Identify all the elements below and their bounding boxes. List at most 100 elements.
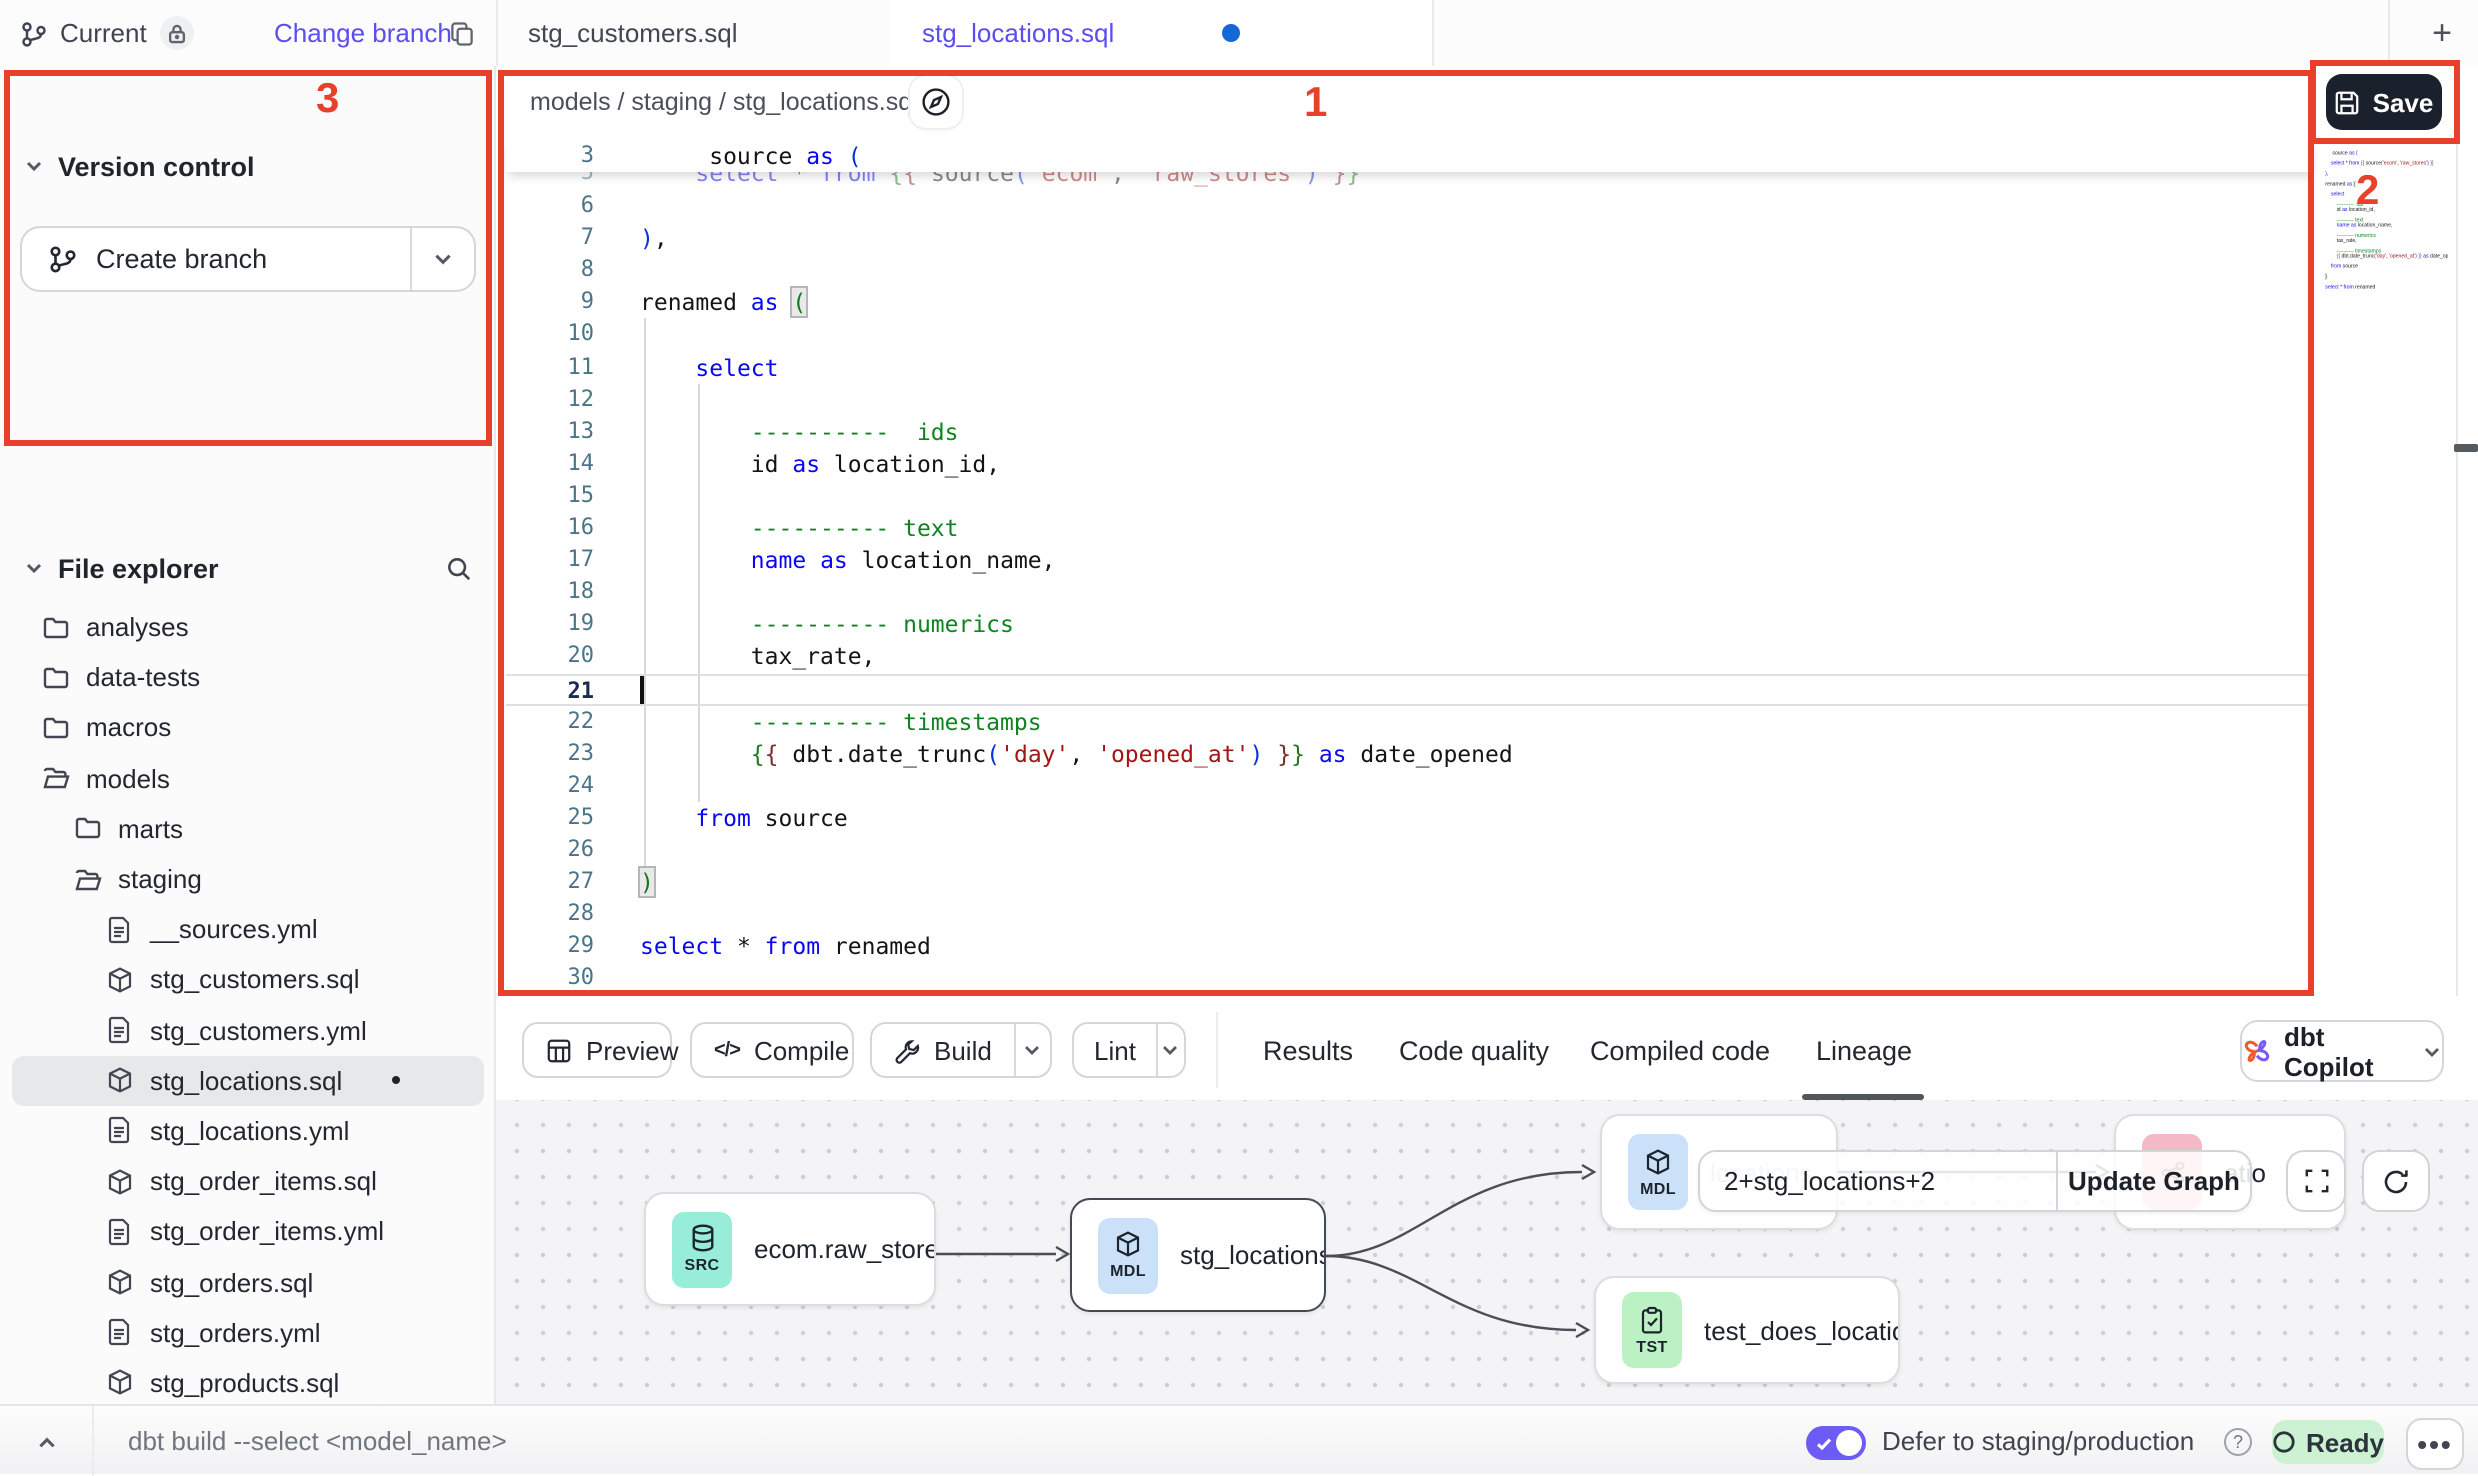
panel-resize-handle[interactable] xyxy=(2454,444,2478,452)
code-line-20[interactable]: 20 tax_rate, xyxy=(506,641,2314,673)
file-tree-item-stg_order_items.sql[interactable]: stg_order_items.sql xyxy=(0,1156,496,1206)
code-line-8[interactable]: 8 xyxy=(506,255,2314,287)
file-tree-item-__sources.yml[interactable]: __sources.yml xyxy=(0,904,496,954)
panel-tab-Results[interactable]: Results xyxy=(1263,1022,1353,1078)
code-line-16[interactable]: 16 ---------- text xyxy=(506,512,2314,544)
file-name: staging xyxy=(118,864,202,894)
database-badge-icon: SRC xyxy=(672,1211,732,1287)
lineage-node-label: test_does_location_opened_at_trunc_t… xyxy=(1704,1315,1898,1345)
build-button[interactable]: Build xyxy=(870,1022,1052,1078)
code-line-21[interactable]: 21 xyxy=(506,673,2314,705)
code-line-13[interactable]: 13 ---------- ids xyxy=(506,416,2314,448)
refresh-button[interactable] xyxy=(2362,1150,2430,1212)
sticky-code-line-3[interactable]: 3 source as ( xyxy=(506,140,2314,172)
file-tree-item-stg_order_items.yml[interactable]: stg_order_items.yml xyxy=(0,1207,496,1257)
folder-open-icon xyxy=(72,865,102,893)
file-name: data-tests xyxy=(86,663,200,693)
model-icon xyxy=(104,1067,134,1095)
file-tree-item-stg_orders.sql[interactable]: stg_orders.sql xyxy=(0,1257,496,1307)
model-icon xyxy=(104,966,134,994)
file-tree-item-staging[interactable]: staging xyxy=(0,854,496,904)
code-line-29[interactable]: 29select * from renamed xyxy=(506,931,2314,963)
code-line-14[interactable]: 14 id as location_id, xyxy=(506,448,2314,480)
more-options-button[interactable]: ••• xyxy=(2406,1418,2464,1470)
search-icon[interactable] xyxy=(446,555,472,581)
model-icon xyxy=(104,1369,134,1397)
lint-button[interactable]: Lint xyxy=(1072,1022,1186,1078)
code-line-26[interactable]: 26 xyxy=(506,834,2314,866)
git-branch-icon xyxy=(20,19,48,47)
compass-icon[interactable] xyxy=(910,76,962,128)
divider xyxy=(1216,1012,1218,1088)
lineage-node-test_does_location_opened_at_trunc_t…[interactable]: TST test_does_location_opened_at_trunc_t… xyxy=(1594,1276,1900,1384)
file-tree-item-data-tests[interactable]: data-tests xyxy=(0,652,496,702)
compile-button[interactable]: </>Compile xyxy=(690,1022,854,1078)
version-control-header[interactable]: Version control xyxy=(24,150,255,182)
file-tree-item-stg_products.sql[interactable]: stg_products.sql xyxy=(0,1358,496,1408)
code-line-24[interactable]: 24 xyxy=(506,770,2314,802)
code-line-12[interactable]: 12 xyxy=(506,383,2314,415)
code-line-30[interactable]: 30 xyxy=(506,963,2314,995)
fullscreen-button[interactable] xyxy=(2286,1150,2346,1212)
file-name: analyses xyxy=(86,612,189,642)
file-tree-item-stg_customers.yml[interactable]: stg_customers.yml xyxy=(0,1005,496,1055)
change-branch-link[interactable]: Change branch xyxy=(274,0,452,66)
code-line-27[interactable]: 27) xyxy=(506,866,2314,898)
chevron-up-icon[interactable] xyxy=(20,1424,72,1460)
create-branch-dropdown[interactable] xyxy=(410,228,474,290)
lineage-graph[interactable]: SRCecom.raw_storesMDLstg_locationsMDLloc… xyxy=(496,1100,2478,1404)
code-line-30: 30 xyxy=(2324,289,2446,294)
help-icon[interactable]: ? xyxy=(2224,1428,2252,1456)
lineage-selector-input[interactable]: 2+stg_locations+2 xyxy=(1700,1152,2056,1210)
create-branch-button[interactable]: Create branch xyxy=(20,226,476,292)
minimap[interactable]: 1with23 source as (45 select * from {{ s… xyxy=(2324,140,2448,340)
new-tab-button[interactable]: + xyxy=(2406,0,2478,66)
file-tree-item-stg_customers.sql[interactable]: stg_customers.sql xyxy=(0,955,496,1005)
code-line-11[interactable]: 11 select xyxy=(506,351,2314,383)
lineage-node-label: stg_locations xyxy=(1180,1240,1324,1270)
dbt-cloud-ide: Current Change branch stg_customers.sqls… xyxy=(0,0,2478,1474)
code-line-6[interactable]: 6 xyxy=(506,190,2314,222)
command-input[interactable]: dbt build --select <model_name> xyxy=(128,1406,507,1476)
file-tree-item-analyses[interactable]: analyses xyxy=(0,602,496,652)
cube-badge-icon: MDL xyxy=(1098,1217,1158,1293)
code-line-9[interactable]: 9renamed as ( xyxy=(506,287,2314,319)
defer-toggle[interactable] xyxy=(1806,1426,1866,1460)
file-icon xyxy=(104,915,134,943)
copy-branch-icon[interactable] xyxy=(444,16,480,52)
code-line-22[interactable]: 22 ---------- timestamps xyxy=(506,705,2314,737)
file-tree-item-marts[interactable]: marts xyxy=(0,804,496,854)
file-explorer-header[interactable]: File explorer xyxy=(24,552,472,584)
file-tree-item-models[interactable]: models xyxy=(0,753,496,803)
code-line-28[interactable]: 28 xyxy=(506,898,2314,930)
file-tree-item-stg_orders.yml[interactable]: stg_orders.yml xyxy=(0,1307,496,1357)
lint-dropdown[interactable] xyxy=(1156,1024,1184,1076)
clipboard-badge-icon: TST xyxy=(1622,1292,1682,1368)
editor-tab-stg_customers.sql[interactable]: stg_customers.sql xyxy=(496,0,890,66)
code-area[interactable]: 3 source as (5 select * from {{ source('… xyxy=(506,140,2314,996)
update-graph-button[interactable]: Update Graph xyxy=(2056,1152,2250,1210)
file-tree-item-macros[interactable]: macros xyxy=(0,703,496,753)
panel-tab-Compiled code[interactable]: Compiled code xyxy=(1590,1022,1770,1078)
file-tree-item-stg_locations.sql[interactable]: stg_locations.sql xyxy=(12,1055,484,1105)
build-dropdown[interactable] xyxy=(1014,1024,1050,1076)
code-line-7[interactable]: 7), xyxy=(506,222,2314,254)
file-tree-item-stg_locations.yml[interactable]: stg_locations.yml xyxy=(0,1106,496,1156)
code-line-25[interactable]: 25 from source xyxy=(506,802,2314,834)
code-line-23[interactable]: 23 {{ dbt.date_trunc('day', 'opened_at')… xyxy=(506,737,2314,769)
code-line-10[interactable]: 10 xyxy=(506,319,2314,351)
editor-tab-stg_locations.sql[interactable]: stg_locations.sql xyxy=(890,0,1432,66)
lineage-node-stg_locations[interactable]: MDL stg_locations xyxy=(1070,1198,1326,1312)
lineage-node-ecom.raw_stores[interactable]: SRCecom.raw_stores xyxy=(644,1192,936,1306)
code-line-18[interactable]: 18 xyxy=(506,576,2314,608)
code-line-19[interactable]: 19 ---------- numerics xyxy=(506,609,2314,641)
panel-tab-Code quality[interactable]: Code quality xyxy=(1399,1022,1549,1078)
panel-tab-Lineage[interactable]: Lineage xyxy=(1816,1022,1912,1078)
code-line-17[interactable]: 17 name as location_name, xyxy=(506,544,2314,576)
code-line-5[interactable]: 5 select * from {{ source('ecom', 'raw_s… xyxy=(506,172,2314,189)
code-line-15[interactable]: 15 xyxy=(506,480,2314,512)
status-ready-badge[interactable]: Ready xyxy=(2272,1420,2384,1464)
dbt-copilot-button[interactable]: dbt Copilot xyxy=(2240,1020,2444,1082)
save-button[interactable]: Save xyxy=(2326,74,2442,130)
preview-button[interactable]: Preview xyxy=(522,1022,672,1078)
